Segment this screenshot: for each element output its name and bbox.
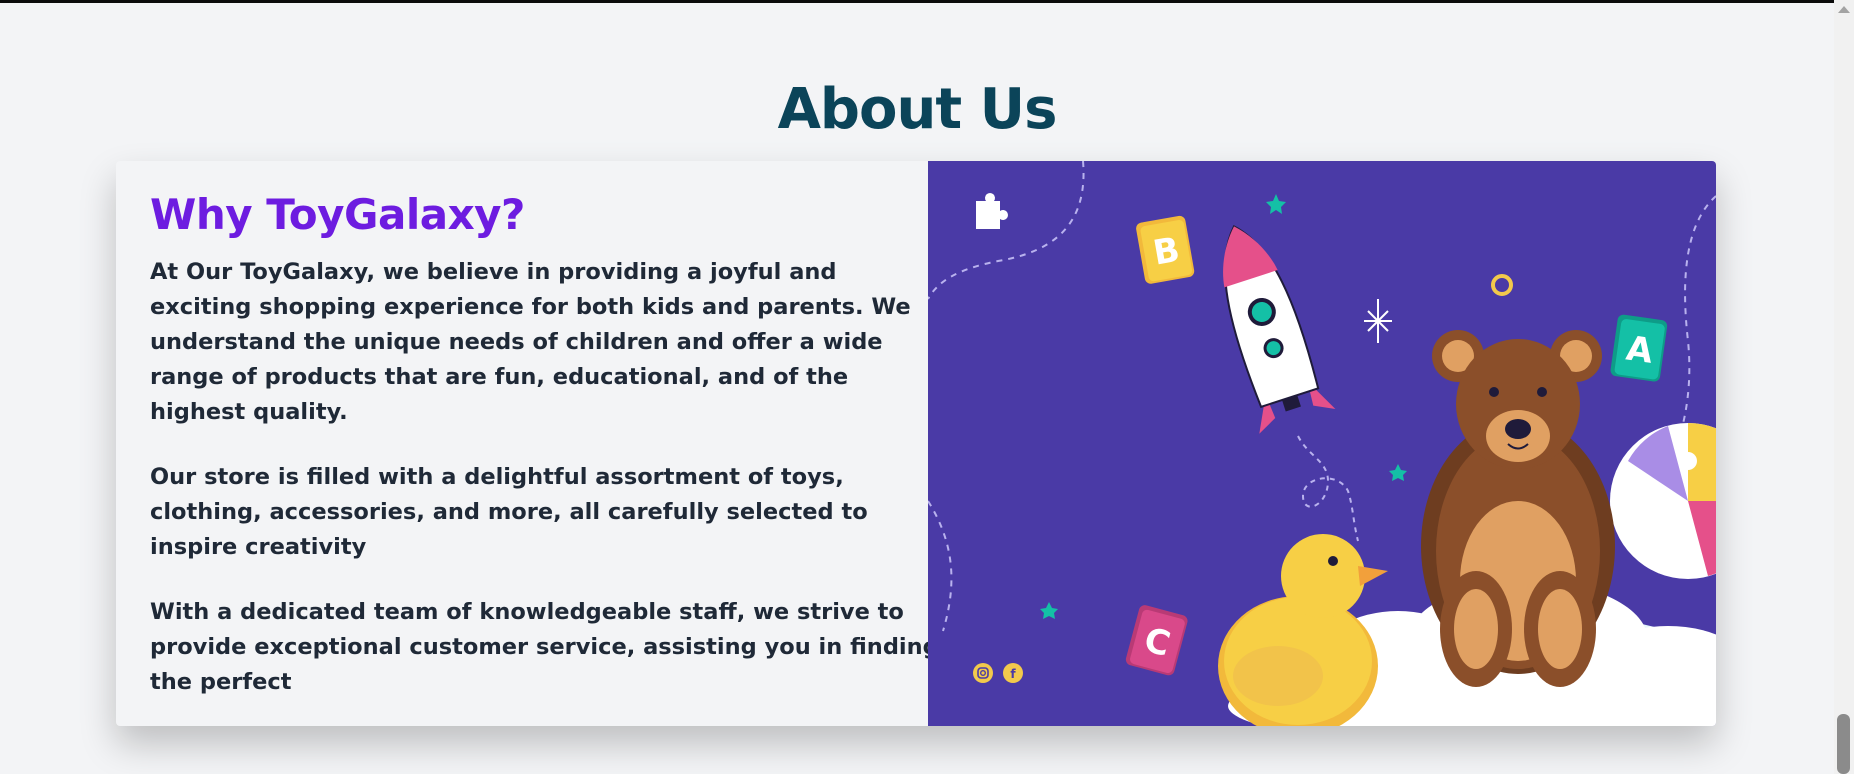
- page-scrollbar[interactable]: [1834, 0, 1854, 774]
- facebook-icon[interactable]: f: [1003, 663, 1023, 683]
- rubber-duck-icon: [1218, 534, 1388, 726]
- rocket-icon: [1223, 225, 1336, 434]
- toys-illustration: B A C f: [928, 161, 1716, 726]
- about-paragraph-3: With a dedicated team of knowledgeable s…: [150, 599, 939, 695]
- scrollbar-thumb[interactable]: [1837, 714, 1850, 774]
- about-paragraph-2: Our store is filled with a delightful as…: [150, 464, 868, 560]
- about-heading: Why ToyGalaxy?: [150, 190, 525, 239]
- svg-text:f: f: [1010, 667, 1016, 681]
- page-title: About Us: [777, 77, 1058, 142]
- beach-ball-icon: [1610, 423, 1716, 579]
- about-text-column: Why ToyGalaxy? At Our ToyGalaxy, we beli…: [150, 189, 940, 700]
- scroll-up-arrow-icon[interactable]: [1838, 6, 1850, 13]
- browser-top-border: [0, 0, 1854, 3]
- about-card: Why ToyGalaxy? At Our ToyGalaxy, we beli…: [116, 161, 1716, 726]
- about-paragraph-1: At Our ToyGalaxy, we believe in providin…: [150, 259, 911, 425]
- instagram-icon[interactable]: [973, 663, 993, 683]
- puzzle-piece-icon: [976, 193, 1008, 229]
- teddy-bear-icon: [1421, 330, 1615, 687]
